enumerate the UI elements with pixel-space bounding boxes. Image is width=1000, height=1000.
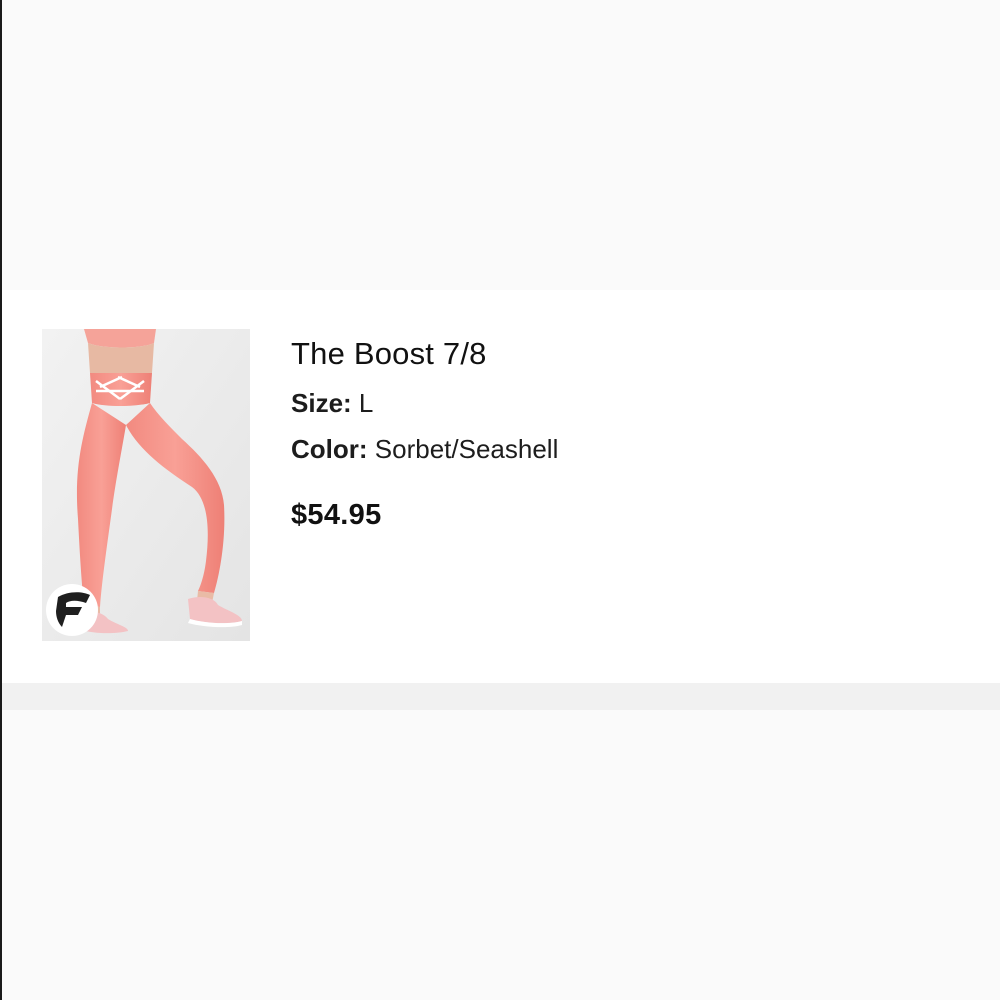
order-item-card[interactable]: The Boost 7/8 Size: L Color: Sorbet/Seas… bbox=[2, 290, 1000, 683]
leggings-photo bbox=[42, 329, 250, 641]
product-title[interactable]: The Boost 7/8 bbox=[291, 334, 971, 374]
bottom-blank-area bbox=[2, 710, 1000, 1000]
size-value: L bbox=[358, 388, 374, 418]
top-blank-area bbox=[2, 0, 1000, 290]
product-color: Color: Sorbet/Seashell bbox=[291, 434, 971, 464]
size-label: Size: bbox=[291, 388, 352, 418]
section-divider bbox=[2, 683, 1000, 710]
product-details: The Boost 7/8 Size: L Color: Sorbet/Seas… bbox=[291, 334, 971, 532]
product-price: $54.95 bbox=[291, 499, 382, 531]
color-value: Sorbet/Seashell bbox=[374, 434, 559, 464]
product-thumbnail[interactable] bbox=[42, 329, 250, 641]
product-size: Size: L bbox=[291, 388, 971, 418]
color-label: Color: bbox=[291, 434, 368, 464]
